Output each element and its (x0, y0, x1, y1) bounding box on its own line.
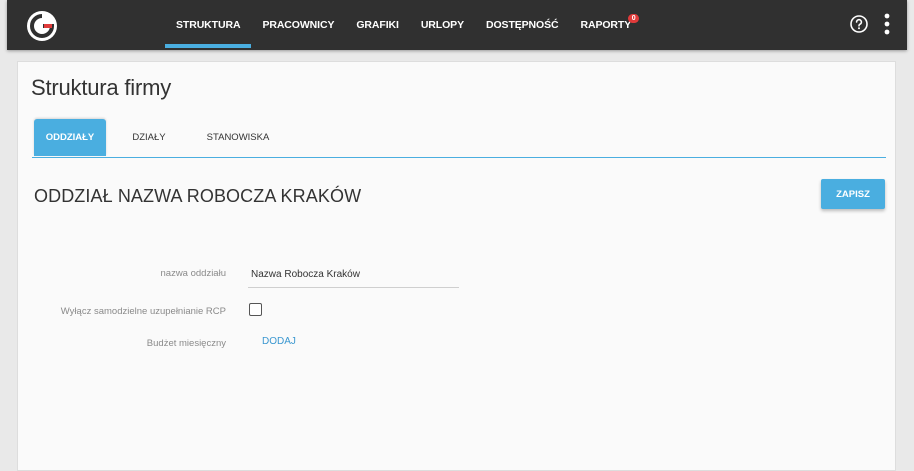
main-nav: STRUKTURA PRACOWNICY GRAFIKI URLOPY DOST… (165, 0, 642, 50)
nav-urlopy-label: URLOPY (420, 19, 464, 31)
content-card: Struktura firmy ODDZIAŁY DZIAŁY STANOWIS… (17, 61, 896, 471)
branch-name-input[interactable] (248, 262, 459, 288)
nav-grafiki-label: GRAFIKI (356, 19, 399, 31)
nav-grafiki[interactable]: GRAFIKI (345, 0, 409, 50)
top-navigation-bar: STRUKTURA PRACOWNICY GRAFIKI URLOPY DOST… (7, 0, 907, 50)
nav-struktura-label: STRUKTURA (176, 19, 241, 31)
tabs-bar: ODDZIAŁY DZIAŁY STANOWISKA (32, 119, 886, 158)
add-budget-link[interactable]: DODAJ (262, 336, 296, 347)
nav-pracownicy[interactable]: PRACOWNICY (251, 0, 345, 50)
save-button[interactable]: ZAPISZ (821, 179, 885, 209)
rcp-checkbox[interactable] (249, 303, 262, 316)
branch-name-label: nazwa oddziału (160, 268, 227, 279)
nav-dostepnosc-label: DOSTĘPNOŚĆ (485, 19, 559, 31)
rcp-label: Wyłącz samodzielne uzupełnianie RCP (60, 306, 226, 317)
nav-raporty-label: RAPORTY (580, 19, 632, 31)
help-circle-icon[interactable] (850, 15, 868, 33)
tab-stanowiska[interactable]: STANOWISKA (197, 119, 279, 156)
logo-g-icon[interactable] (26, 10, 58, 42)
page-title: Struktura firmy (31, 75, 172, 100)
tab-oddzialy-label: ODDZIAŁY (45, 132, 95, 143)
nav-urlopy[interactable]: URLOPY (410, 0, 475, 50)
tab-stanowiska-label: STANOWISKA (206, 132, 270, 143)
tab-dzialy-label: DZIAŁY (132, 132, 166, 143)
tab-dzialy[interactable]: DZIAŁY (121, 119, 177, 156)
nav-dostepnosc[interactable]: DOSTĘPNOŚĆ (475, 0, 570, 50)
nav-raporty[interactable]: RAPORTY 0 (570, 0, 643, 50)
tab-oddzialy[interactable]: ODDZIAŁY (34, 119, 106, 156)
section-title: ODDZIAŁ NAZWA ROBOCZA KRAKÓW (34, 186, 362, 206)
nav-pracownicy-label: PRACOWNICY (262, 19, 335, 31)
more-vertical-icon[interactable] (883, 13, 891, 35)
notification-badge: 0 (628, 14, 640, 23)
budget-label: Budżet miesięczny (146, 338, 226, 349)
nav-struktura[interactable]: STRUKTURA (165, 0, 252, 50)
